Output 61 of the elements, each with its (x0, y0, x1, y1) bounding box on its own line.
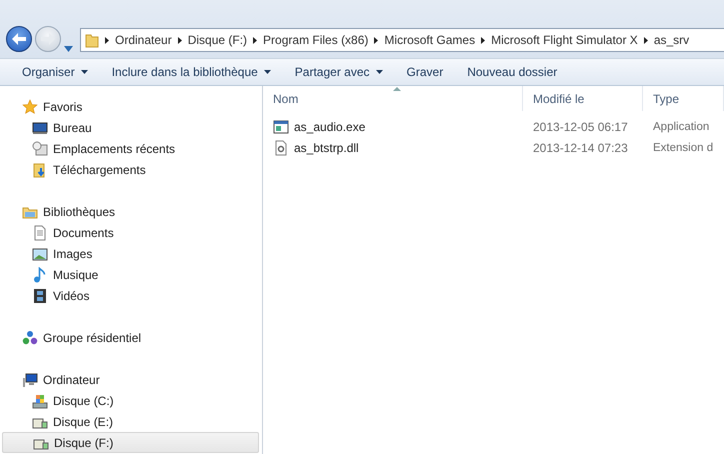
modified-cell-text: 2013-12-14 07:23 (532, 140, 629, 154)
document-icon (32, 224, 48, 240)
caret-icon (376, 70, 383, 74)
toolbar-button[interactable]: Graver (394, 60, 456, 84)
modified-cell-text: 2013-12-05 06:17 (532, 120, 629, 134)
chevron-icon (253, 36, 258, 44)
picture-icon (32, 246, 48, 262)
toolbar-button[interactable]: Nouveau dossier (455, 60, 570, 84)
chevron-icon (374, 36, 378, 44)
nav-item[interactable]: Vidéos (2, 285, 262, 306)
nav-group[interactable]: Bibliothèques (2, 201, 262, 222)
address-field[interactable]: Ordinateur Disque (F:) Program Files (x86) Microsoft Games Microsoft Flight Simulator X as_srv (80, 28, 724, 52)
chevron-icon (481, 36, 486, 44)
monitor-icon (32, 120, 48, 136)
type-cell-text: Application (652, 120, 710, 132)
breadcrumb-item[interactable]: Microsoft Flight Simulator X (491, 33, 638, 47)
file-name: as_btstrp.dll (294, 140, 359, 154)
sort-arrow-icon (393, 87, 401, 91)
chevron-icon (644, 36, 648, 44)
breadcrumb-item[interactable]: Microsoft Games (384, 33, 476, 47)
column-header[interactable]: Modifié le (523, 86, 643, 111)
file-row[interactable]: as_btstrp.dll 2013-12-14 07:23 Extension d (263, 137, 724, 158)
settings-file-icon (273, 140, 289, 156)
folder-icon (85, 32, 99, 48)
breadcrumb-item[interactable]: Disque (F:) (188, 33, 248, 47)
caret-icon (80, 70, 88, 74)
nav-item[interactable]: Musique (2, 264, 262, 285)
nav-item[interactable]: Disque (E:) (2, 411, 262, 432)
file-name: as_audio.exe (294, 120, 366, 134)
music-note-icon (32, 266, 48, 282)
nav-item[interactable]: Bureau (2, 117, 262, 138)
nav-item[interactable]: Documents (2, 222, 262, 243)
toolbar-button[interactable]: Partager avec (282, 60, 395, 84)
breadcrumb-item[interactable]: Program Files (x86) (263, 33, 368, 47)
nav-group[interactable]: Ordinateur (2, 369, 262, 390)
system-drive-icon (32, 392, 48, 408)
breadcrumb-item[interactable]: as_srv (654, 33, 690, 47)
nav-group[interactable]: Groupe résidentiel (2, 327, 262, 348)
breadcrumb-item[interactable]: Ordinateur (115, 33, 172, 47)
chevron-icon (178, 36, 182, 44)
nav-item[interactable]: Disque (C:) (2, 390, 262, 411)
nav-group[interactable]: Favoris (2, 96, 262, 117)
file-row[interactable]: as_audio.exe 2013-12-05 06:17 Application (263, 116, 724, 137)
type-cell-text: Extension d (652, 142, 714, 154)
dropdown-icon[interactable] (64, 46, 73, 52)
star-icon (22, 98, 38, 114)
caret-icon (264, 70, 271, 74)
nav-item[interactable]: Images (2, 243, 262, 264)
toolbar-button[interactable]: Organiser (10, 60, 100, 84)
left-arrow-icon (12, 33, 26, 45)
film-icon (32, 288, 48, 304)
nav-item[interactable]: Emplacements récents (2, 138, 262, 159)
computer-icon (22, 372, 38, 388)
chevron-icon (105, 36, 109, 44)
toolbar-button[interactable]: Inclure dans la bibliothèque (100, 60, 283, 84)
column-header[interactable]: Type (643, 86, 724, 111)
homegroup-icon (22, 330, 38, 346)
application-icon (273, 118, 289, 134)
nav-item[interactable]: Téléchargements (2, 159, 262, 180)
back-button[interactable] (6, 26, 32, 52)
nav-item[interactable]: Disque (F:) (2, 432, 259, 453)
